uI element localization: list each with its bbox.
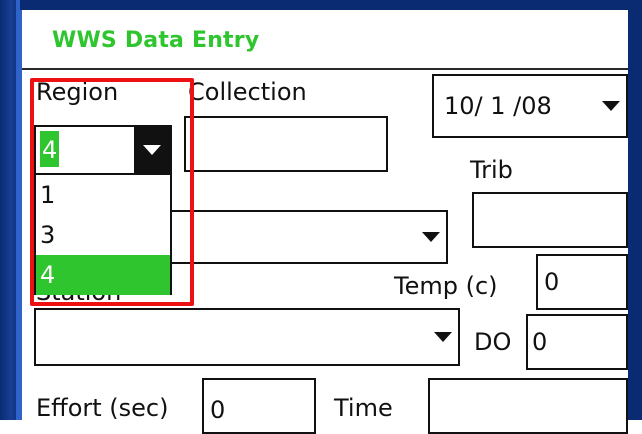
chevron-down-icon [602, 101, 620, 111]
highlight-annotation [30, 78, 194, 306]
time-label: Time [334, 394, 393, 422]
do-value: 0 [532, 328, 548, 356]
temp-input[interactable]: 0 [536, 254, 628, 310]
station-select[interactable] [34, 308, 460, 366]
effort-label: Effort (sec) [36, 394, 169, 422]
temp-value: 0 [544, 268, 560, 296]
date-select[interactable]: 10/ 1 /08 [432, 74, 628, 138]
collection-label: Collection [188, 78, 307, 106]
window-frame-right [628, 0, 642, 420]
window-frame-top [20, 0, 642, 10]
do-input[interactable]: 0 [526, 314, 628, 370]
time-input[interactable] [428, 378, 628, 434]
chevron-down-icon [434, 332, 452, 342]
trib-label: Trib [470, 156, 513, 184]
collection-input[interactable] [184, 116, 388, 172]
form-panel: WWS Data Entry Region Collection 10/ 1 /… [22, 10, 628, 434]
title-divider [22, 68, 628, 70]
date-value: 10/ 1 /08 [444, 92, 552, 120]
chevron-down-icon [422, 232, 440, 242]
app-title: WWS Data Entry [52, 28, 260, 53]
effort-input[interactable]: 0 [202, 378, 316, 434]
do-label: DO [474, 328, 512, 356]
trib-input[interactable] [472, 192, 628, 248]
temp-label: Temp (c) [394, 272, 498, 300]
